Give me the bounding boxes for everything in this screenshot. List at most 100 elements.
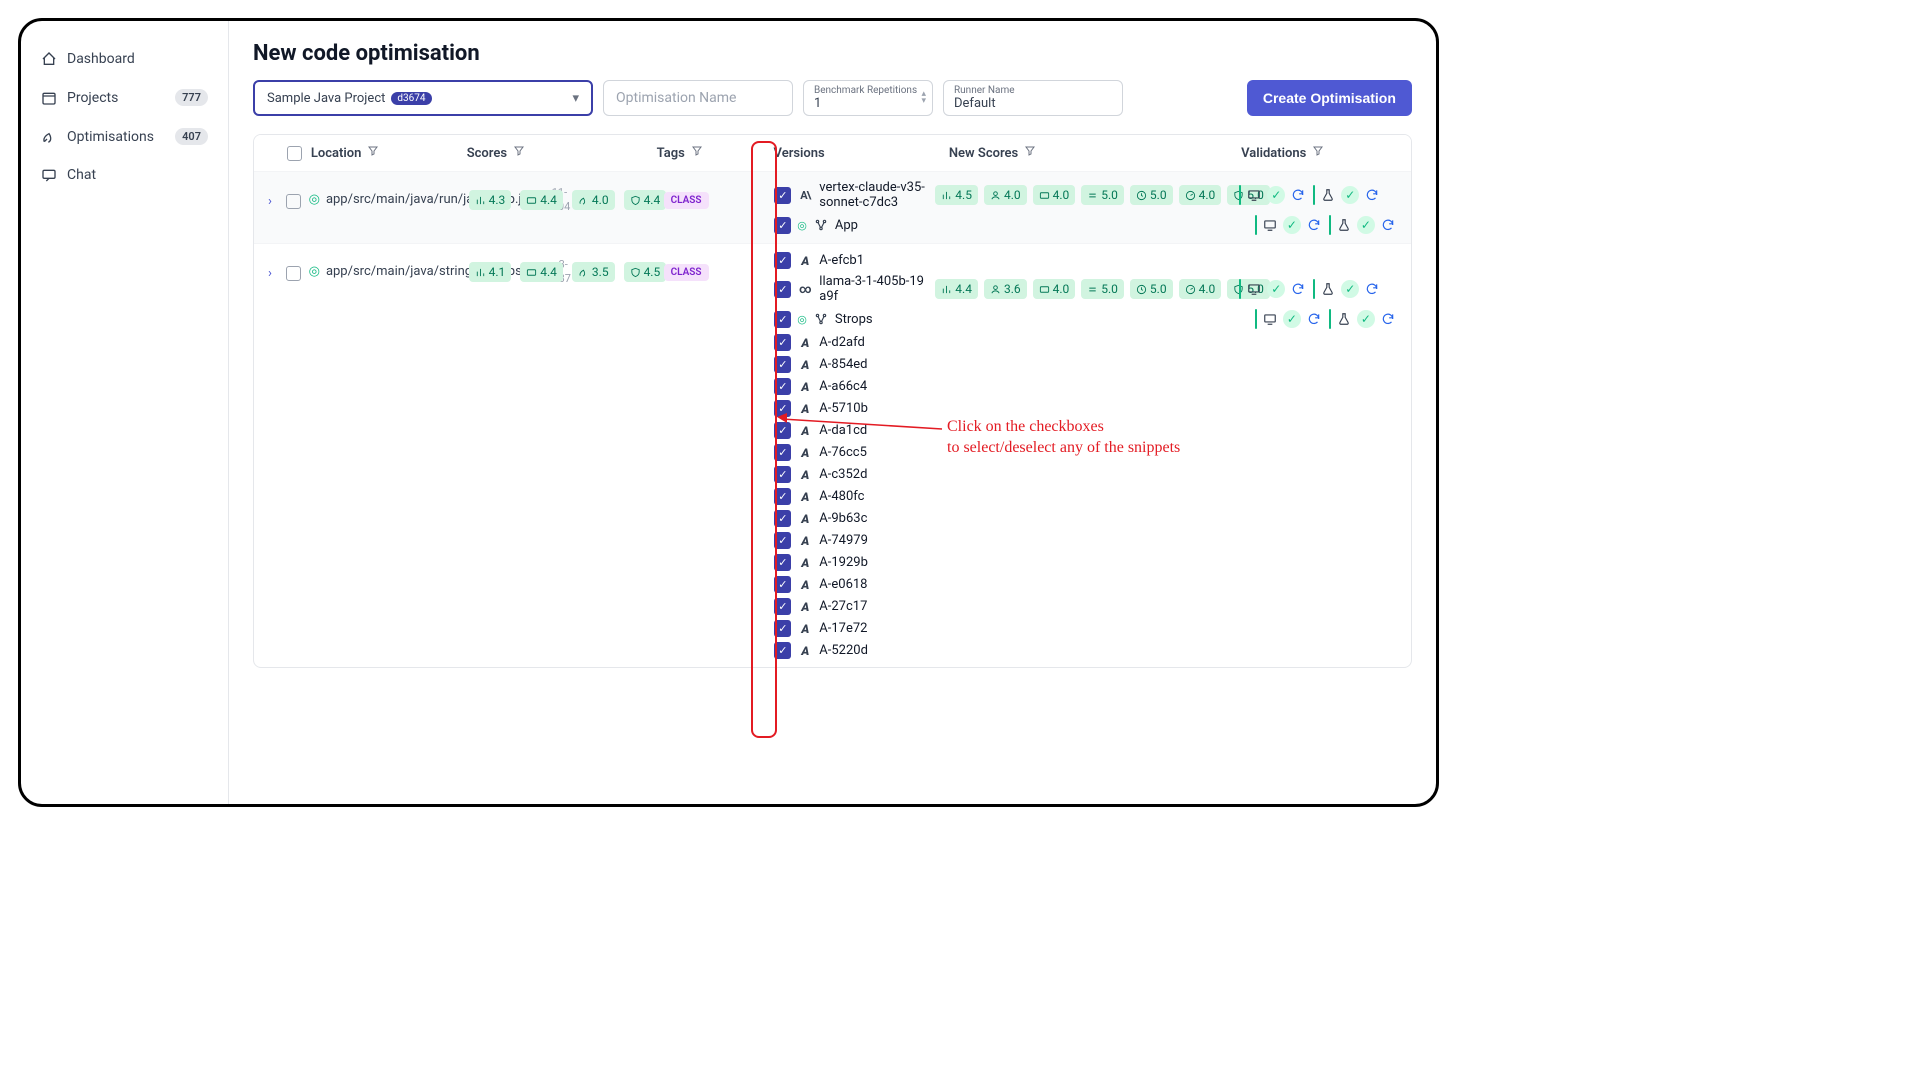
filter-icon[interactable] [1024,145,1036,161]
refresh-icon[interactable] [1363,186,1381,204]
machine-icon[interactable] [1261,216,1279,234]
version-item: ✓ ◎ App ✓ ✓ [774,215,1397,235]
expand-icon[interactable]: › [268,194,272,209]
version-checkbox[interactable]: ✓ [774,466,791,483]
check-icon: ✓ [1283,310,1301,328]
version-checkbox[interactable]: ✓ [774,252,791,269]
version-checkbox[interactable]: ✓ [774,217,791,234]
refresh-icon[interactable] [1363,280,1381,298]
check-icon: ✓ [1357,310,1375,328]
artflow-icon: A [797,490,813,504]
anthropic-icon: A\ [797,189,813,202]
version-label: A-1929b [819,555,929,570]
benchmark-repetitions-input[interactable]: Benchmark Repetitions 1 ▴▾ [803,80,933,116]
version-checkbox[interactable]: ✓ [774,554,791,571]
refresh-icon[interactable] [1379,310,1397,328]
flask-icon[interactable] [1335,310,1353,328]
version-checkbox[interactable]: ✓ [774,642,791,659]
row-checkbox[interactable] [286,266,301,281]
sidebar: Dashboard Projects 777 Optimisations 407… [21,21,229,804]
version-checkbox[interactable]: ✓ [774,311,791,328]
version-item: ✓ A A-27c17 [774,598,1397,615]
nav-dashboard[interactable]: Dashboard [35,43,214,75]
chevron-down-icon: ▾ [572,91,579,106]
version-checkbox[interactable]: ✓ [774,532,791,549]
version-label: A-17e72 [819,621,929,636]
version-checkbox[interactable]: ✓ [774,444,791,461]
machine-icon[interactable] [1245,186,1263,204]
score-chip: 4.5 [624,262,667,282]
version-checkbox[interactable]: ✓ [774,488,791,505]
version-checkbox[interactable]: ✓ [774,598,791,615]
optimisation-name-input[interactable]: Optimisation Name [603,80,793,116]
version-checkbox[interactable]: ✓ [774,620,791,637]
version-item: ✓ A A-1929b [774,554,1397,571]
version-checkbox[interactable]: ✓ [774,356,791,373]
flask-icon[interactable] [1319,186,1337,204]
chat-icon [41,167,57,183]
score-chip: 3.6 [984,279,1027,299]
flask-icon[interactable] [1335,216,1353,234]
version-label: A-480fc [819,489,929,504]
version-checkbox[interactable]: ✓ [774,378,791,395]
validation-group: ✓ [1239,185,1307,205]
runner-name-input[interactable]: Runner Name Default [943,80,1123,116]
main-content: New code optimisation Sample Java Projec… [229,21,1436,804]
nav-projects[interactable]: Projects 777 [35,81,214,114]
nav-label: Chat [67,167,96,183]
version-checkbox[interactable]: ✓ [774,281,791,298]
version-checkbox[interactable]: ✓ [774,400,791,417]
validation-group: ✓ [1329,309,1397,329]
refresh-icon[interactable] [1305,216,1323,234]
machine-icon[interactable] [1261,310,1279,328]
version-item: ✓ A A-efcb1 [774,252,1397,269]
nav-badge: 407 [175,128,208,145]
benchmark-label: Benchmark Repetitions [814,85,922,96]
machine-icon[interactable] [1245,280,1263,298]
stepper-icon[interactable]: ▴▾ [921,91,926,105]
page-title: New code optimisation [253,41,1412,66]
version-checkbox[interactable]: ✓ [774,576,791,593]
node-icon [813,312,829,326]
tag-chip: CLASS [664,264,709,281]
version-checkbox[interactable]: ✓ [774,510,791,527]
filter-icon[interactable] [691,145,703,161]
artflow-icon: A [797,336,813,350]
version-checkbox[interactable]: ✓ [774,334,791,351]
nav-optimisations[interactable]: Optimisations 407 [35,120,214,153]
col-tags: Tags [657,146,685,161]
refresh-icon[interactable] [1379,216,1397,234]
col-new-scores: New Scores [949,146,1018,161]
refresh-icon[interactable] [1289,280,1307,298]
table-header: Location Scores Tags Versions New Scores… [254,135,1411,171]
select-all-checkbox[interactable] [287,146,302,161]
filter-icon[interactable] [1312,145,1324,161]
expand-icon[interactable]: › [268,266,272,281]
refresh-icon[interactable] [1289,186,1307,204]
score-chip: 4.4 [624,190,667,210]
filter-icon[interactable] [367,145,379,161]
check-icon: ✓ [1267,280,1285,298]
score-chip: 5.0 [1081,185,1124,205]
refresh-icon[interactable] [1305,310,1323,328]
meta-icon: ∞ [797,282,813,296]
version-checkbox[interactable]: ✓ [774,187,791,204]
flask-icon[interactable] [1319,280,1337,298]
row-checkbox[interactable] [286,194,301,209]
score-chip: 4.3 [469,190,512,210]
create-optimisation-button[interactable]: Create Optimisation [1247,80,1412,116]
artflow-icon: A [797,446,813,460]
nav-chat[interactable]: Chat [35,159,214,191]
version-item: ✓ A A-d2afd [774,334,1397,351]
version-item: ✓ A A-9b63c [774,510,1397,527]
annotation-text: Click on the checkboxes to select/desele… [947,417,1180,459]
project-select[interactable]: Sample Java Project d3674 ▾ [253,80,593,116]
artflow-icon: A [797,468,813,482]
version-label: A-c352d [819,467,929,482]
filter-icon[interactable] [513,145,525,161]
col-validations: Validations [1241,146,1306,161]
nav-badge: 777 [175,89,208,106]
version-item: ✓ A A-854ed [774,356,1397,373]
version-label: A-27c17 [819,599,929,614]
artflow-icon: A [797,622,813,636]
